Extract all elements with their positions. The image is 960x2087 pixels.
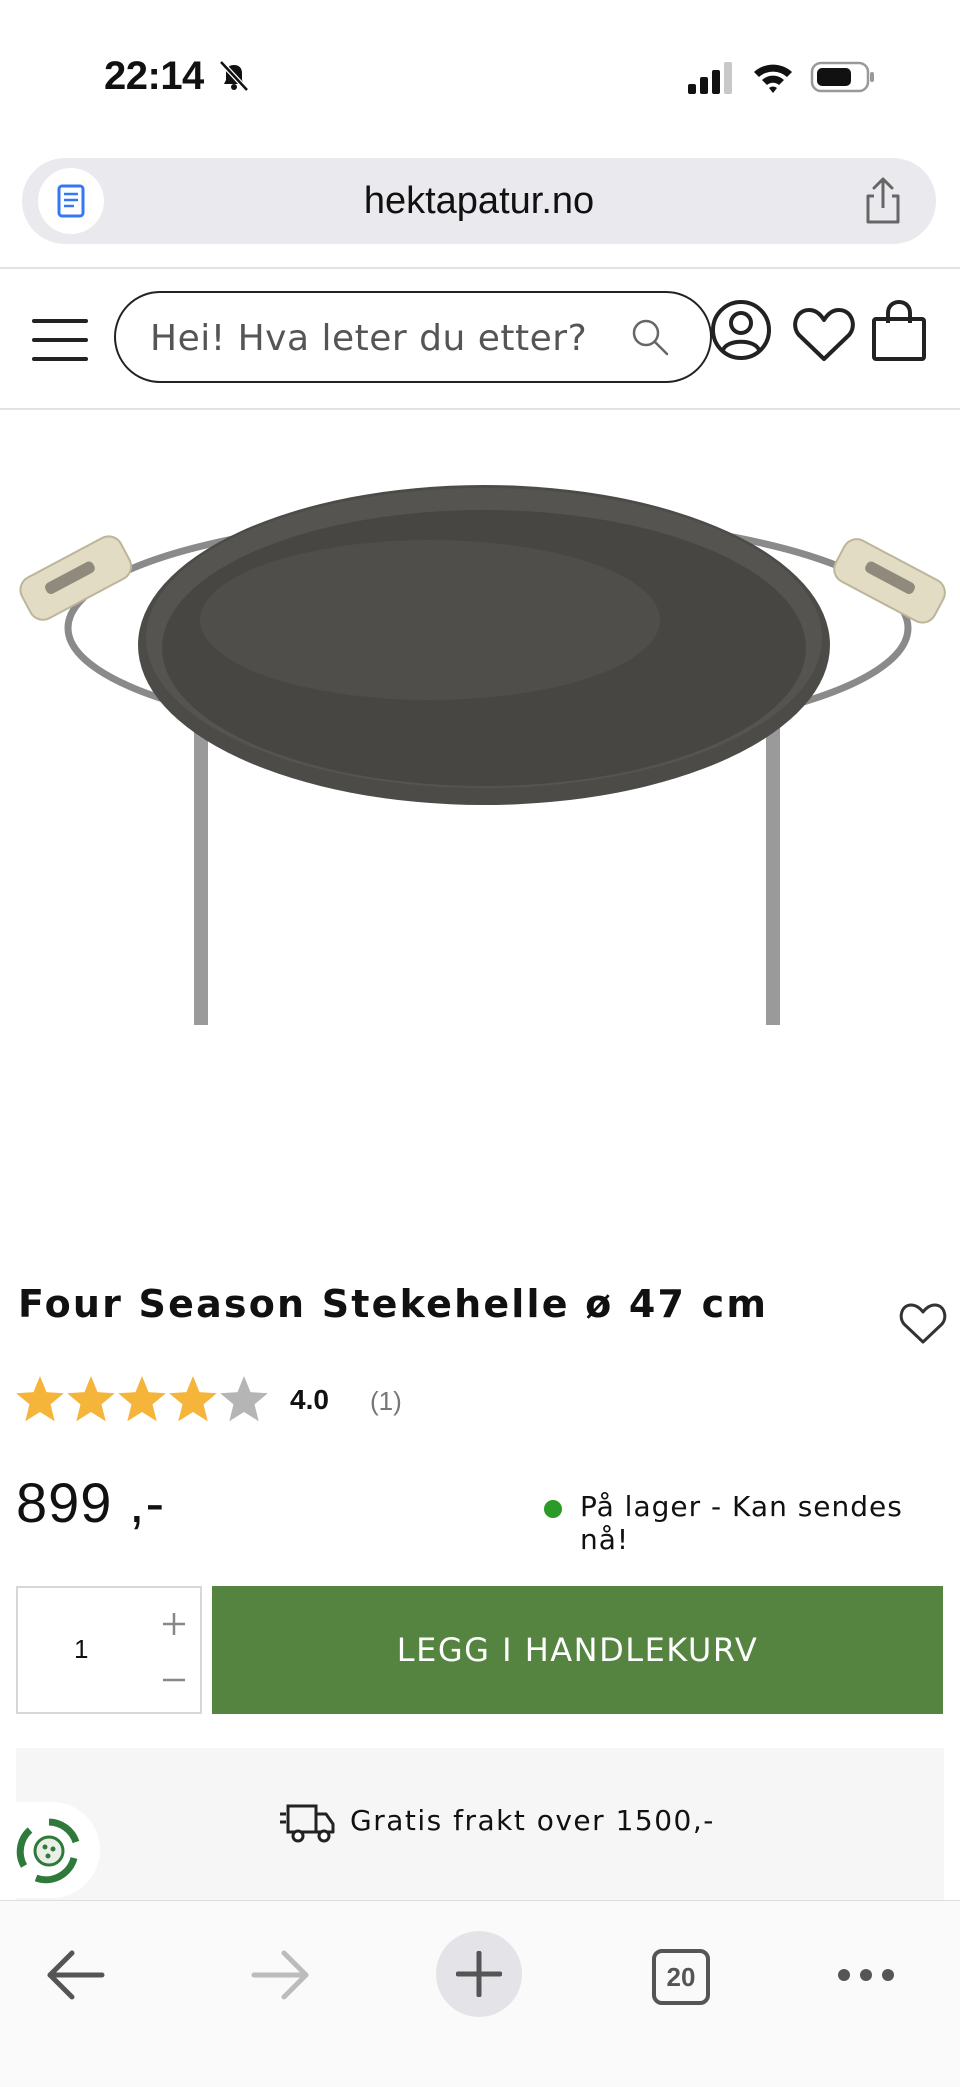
rating-stars [16, 1376, 268, 1422]
divider [0, 408, 960, 410]
plus-icon[interactable] [160, 1610, 188, 1638]
rating-star [67, 1376, 115, 1422]
status-bar: 22:14 [0, 0, 960, 150]
back-arrow-icon[interactable] [46, 1949, 106, 2001]
status-time: 22:14 [104, 54, 204, 98]
rating-star [220, 1376, 268, 1422]
search-box[interactable] [114, 291, 712, 383]
product-title: Four Season Stekehelle ø 47 cm [18, 1282, 769, 1326]
truck-icon [280, 1804, 335, 1843]
shipping-banner: Gratis frakt over 1500,- [16, 1748, 944, 1900]
rating-star [118, 1376, 166, 1422]
forward-arrow-icon[interactable] [250, 1949, 310, 2001]
minus-icon[interactable] [160, 1666, 188, 1694]
product-price: 899 ,- [16, 1471, 166, 1534]
stock-indicator [544, 1500, 562, 1518]
tabs-button[interactable]: 20 [652, 1949, 710, 2005]
menu-icon[interactable] [32, 317, 90, 363]
stock-status: På lager - Kan sendes nå! [580, 1490, 903, 1556]
rating-star [169, 1376, 217, 1422]
quantity-value[interactable]: 1 [74, 1634, 88, 1665]
wifi-icon [754, 64, 792, 93]
account-icon[interactable] [710, 299, 772, 361]
share-icon[interactable] [858, 176, 908, 226]
battery-icon [810, 61, 874, 93]
signal-icon [688, 62, 732, 94]
url-text[interactable]: hektapatur.no [22, 180, 936, 223]
bell-off-icon [219, 60, 249, 92]
new-tab-button[interactable] [436, 1931, 522, 2017]
heart-icon[interactable] [792, 305, 856, 363]
shipping-text: Gratis frakt over 1500,- [350, 1804, 715, 1837]
review-count[interactable]: (1) [370, 1386, 402, 1417]
search-icon[interactable] [630, 317, 670, 357]
more-icon[interactable] [836, 1965, 896, 1985]
new-tab-icon [456, 1951, 502, 1997]
search-input[interactable] [150, 315, 620, 361]
quantity-stepper[interactable]: 1 [16, 1586, 202, 1714]
eco-badge[interactable] [0, 1802, 100, 1898]
site-header [0, 269, 960, 409]
browser-toolbar: 20 [0, 1900, 960, 2087]
rating-value: 4.0 [290, 1384, 329, 1415]
add-to-cart-button[interactable]: LEGG I HANDLEKURV [212, 1586, 943, 1714]
rating-star [16, 1376, 64, 1422]
product-image [19, 485, 946, 1025]
add-to-wishlist-icon[interactable] [898, 1300, 948, 1346]
recycle-icon [16, 1818, 80, 1884]
address-bar[interactable]: hektapatur.no [22, 158, 936, 244]
cart-icon[interactable] [870, 299, 928, 363]
